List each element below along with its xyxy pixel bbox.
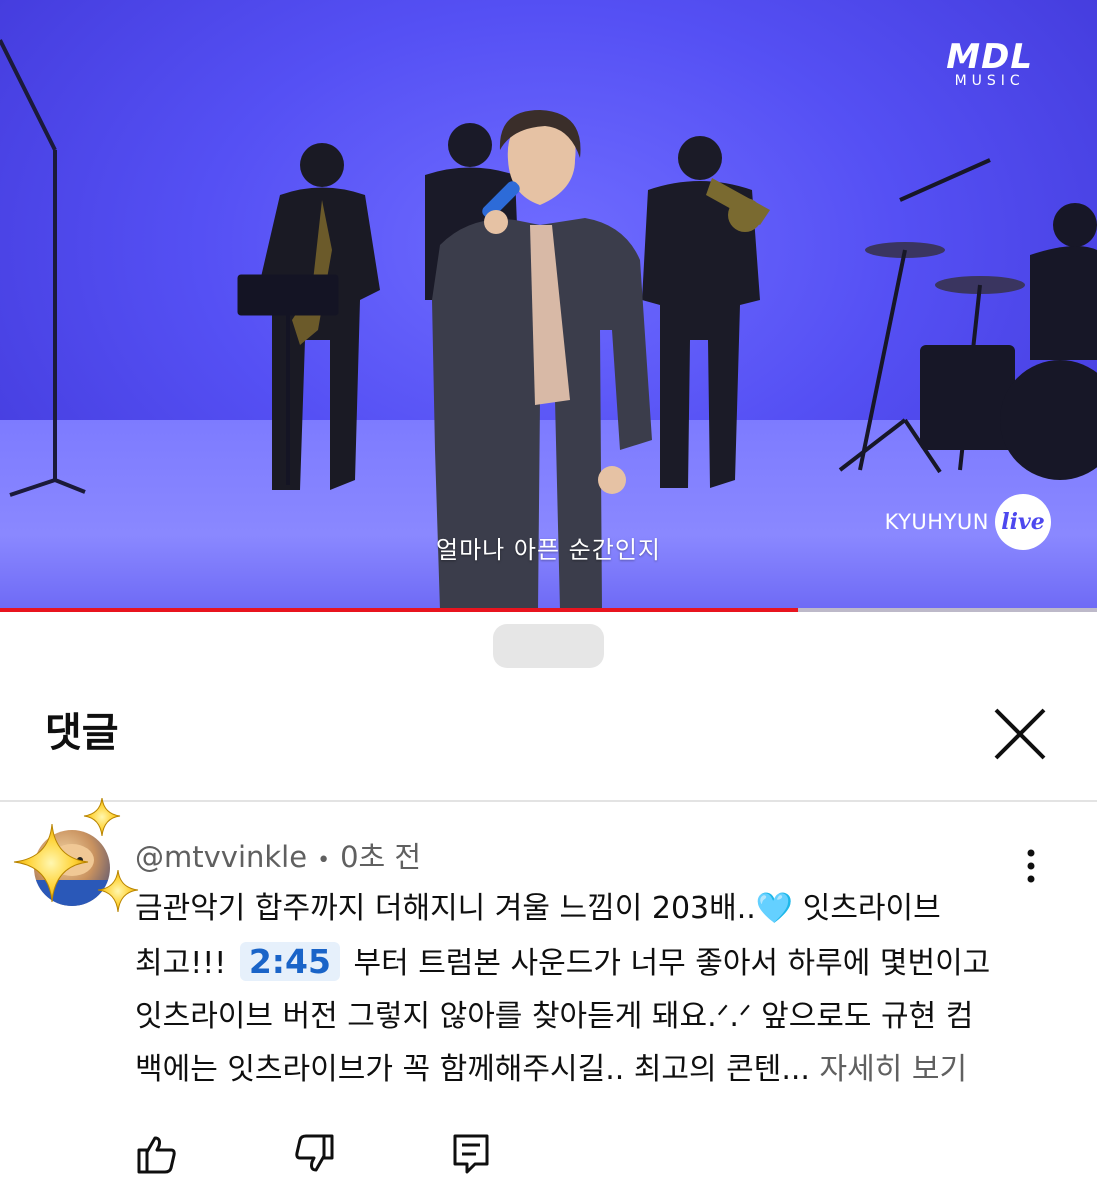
- logo-sub: MUSIC: [954, 73, 1025, 89]
- more-options-button[interactable]: [1016, 848, 1046, 884]
- sax-player: [258, 143, 380, 490]
- line2-post: 부터 트럼본 사운드가 너무 좋아서 하루에 몇번이고: [353, 946, 991, 981]
- read-more-link[interactable]: 자세히 보기: [820, 1052, 968, 1087]
- music-stand: [237, 274, 339, 485]
- meta-separator: •: [317, 848, 331, 873]
- mic-stand-left: [0, 39, 86, 497]
- comment-line-1: 금관악기 합주까지 더해지니 겨울 느낌이 203배..🩵 잇츠라이브: [135, 882, 1035, 935]
- comment-time: 0초 전: [340, 840, 422, 874]
- comment-avatar-group[interactable]: [10, 798, 140, 938]
- line2-pre: 최고!!!: [135, 946, 227, 981]
- reply-button[interactable]: [449, 1132, 493, 1176]
- light-blue-heart-emoji: 🩵: [755, 891, 794, 926]
- comments-sheet: 댓글 @mtvvinkle • 0초 전 금관악기 합주까지 더해지니 겨울 느…: [0, 616, 1097, 1200]
- more-vert-icon: [1027, 849, 1035, 883]
- like-button[interactable]: [135, 1132, 179, 1176]
- video-progress-bar[interactable]: [0, 608, 1097, 612]
- comment-author[interactable]: @mtvvinkle: [135, 840, 307, 874]
- dislike-button[interactable]: [292, 1132, 336, 1176]
- logo-main: MDL: [946, 37, 1033, 77]
- sheet-title: 댓글: [45, 710, 119, 756]
- drag-handle[interactable]: [493, 624, 604, 668]
- drum-kit: [838, 158, 1097, 480]
- line4-text: 백에는 잇츠라이브가 꼭 함께해주시길.. 최고의 콘텐...: [135, 1052, 810, 1087]
- line1-text: 금관악기 합주까지 더해지니 겨울 느낌이 203배..: [135, 891, 756, 926]
- like-icon: [137, 1136, 176, 1174]
- comment-line-3: 잇츠라이브 버전 그렇지 않아를 찾아듣게 돼요.ᐟ.ᐟ 앞으로도 규현 컴: [135, 999, 974, 1034]
- timestamp-link[interactable]: 2:45: [239, 942, 340, 981]
- mdl-music-logo: MDL MUSIC: [946, 40, 1033, 88]
- reply-icon: [453, 1134, 489, 1174]
- line1-tail: 잇츠라이브: [793, 891, 941, 926]
- kyuhyun-live-logo: KYUHYUN live: [885, 494, 1051, 550]
- video-player[interactable]: MDL MUSIC 얼마나 아픈 순간인지 KYUHYUN live: [0, 0, 1097, 612]
- close-button[interactable]: [990, 704, 1050, 764]
- brand-name: KYUHYUN: [884, 510, 989, 534]
- close-icon: [994, 708, 1046, 760]
- comment-line-4: 백에는 잇츠라이브가 꼭 함께해주시길.. 최고의 콘텐... 자세히 보기: [135, 1043, 1035, 1096]
- brand-badge: live: [995, 494, 1051, 550]
- comment-meta: @mtvvinkle • 0초 전: [135, 834, 421, 876]
- dislike-icon: [295, 1134, 334, 1172]
- sparkle-icon: [13, 798, 139, 913]
- comment-line-2: 최고!!! 2:45 부터 트럼본 사운드가 너무 좋아서 하루에 몇번이고: [135, 935, 1035, 990]
- comment-text: 금관악기 합주까지 더해지니 겨울 느낌이 203배..🩵 잇츠라이브 최고!!…: [135, 882, 1035, 1096]
- comment-actions: [135, 1132, 606, 1176]
- trombone-player: [642, 136, 770, 488]
- progress-fill: [0, 608, 798, 612]
- sheet-divider: [0, 800, 1097, 802]
